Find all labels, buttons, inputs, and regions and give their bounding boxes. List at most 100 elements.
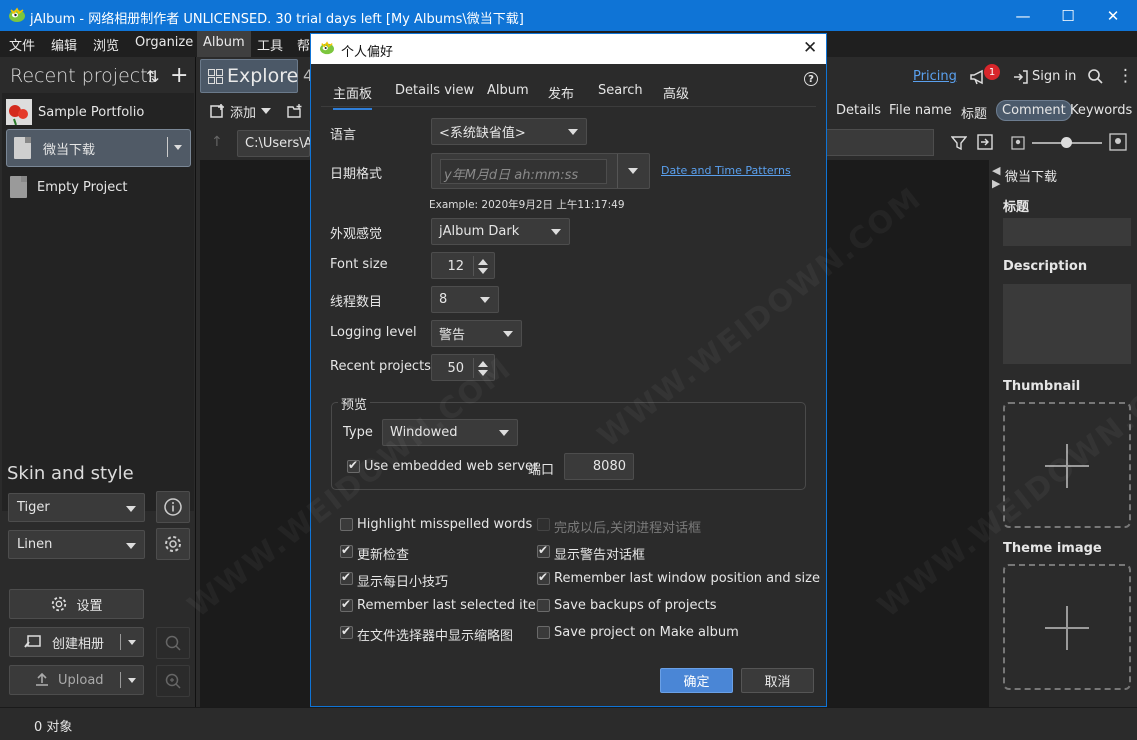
option-checkbox-daily-tips[interactable] bbox=[340, 570, 353, 585]
menu-file[interactable]: 文件 bbox=[9, 35, 35, 54]
menu-edit[interactable]: 编辑 bbox=[51, 35, 77, 54]
tab-details[interactable]: Details bbox=[836, 103, 881, 118]
option-label: 显示警告对话框 bbox=[554, 548, 646, 563]
export-icon[interactable] bbox=[977, 134, 993, 150]
option-checkbox-save-backups[interactable] bbox=[537, 599, 550, 612]
menu-browse[interactable]: 浏览 bbox=[93, 35, 119, 54]
filter-icon[interactable] bbox=[951, 136, 967, 150]
option-label: Save backups of projects bbox=[554, 598, 717, 613]
skin-select[interactable]: Tiger bbox=[8, 493, 145, 522]
dropdown-arrow-icon[interactable] bbox=[628, 168, 638, 174]
tab-details-view[interactable]: Details view bbox=[395, 83, 474, 98]
option-checkbox-highlight-misspelled[interactable] bbox=[340, 518, 353, 531]
upload-button[interactable]: Upload bbox=[9, 665, 144, 695]
language-label: 语言 bbox=[330, 128, 357, 143]
tab-title[interactable]: 标题 bbox=[961, 103, 987, 122]
sort-icon[interactable]: ⇅ bbox=[146, 67, 159, 86]
sign-in-link[interactable]: Sign in bbox=[1032, 69, 1076, 84]
help-icon[interactable]: ? bbox=[804, 72, 818, 86]
search-icon[interactable] bbox=[1087, 68, 1103, 84]
add-files-icon bbox=[210, 104, 224, 118]
skin-info-button[interactable] bbox=[156, 491, 190, 523]
gear-icon bbox=[165, 536, 181, 552]
option-checkbox-remember-window[interactable] bbox=[537, 570, 550, 585]
tab-publish[interactable]: 发布 bbox=[548, 83, 574, 102]
description-input[interactable] bbox=[1003, 284, 1131, 364]
option-checkbox-save-on-make[interactable] bbox=[537, 626, 550, 639]
tab-comment[interactable]: Comment bbox=[996, 100, 1072, 121]
up-arrow-icon[interactable]: ↑ bbox=[211, 134, 223, 150]
embedded-server-checkbox[interactable] bbox=[347, 458, 360, 473]
tab-album[interactable]: Album bbox=[487, 83, 529, 98]
option-label: Remember last selected item bbox=[357, 598, 549, 613]
dialog-close-icon[interactable]: ✕ bbox=[803, 38, 817, 58]
cancel-label: 取消 bbox=[764, 675, 791, 690]
port-input[interactable]: 8080 bbox=[564, 453, 634, 480]
style-select[interactable]: Linen bbox=[8, 530, 145, 559]
collapse-right-icon[interactable]: ▶ bbox=[992, 177, 1000, 190]
path-input[interactable]: C:\Users\A bbox=[237, 130, 313, 157]
close-button[interactable]: ✕ bbox=[1090, 0, 1136, 31]
tab-search[interactable]: Search bbox=[598, 83, 643, 98]
project-weidown[interactable]: 微当下载 bbox=[14, 129, 95, 167]
tab-advanced[interactable]: 高级 bbox=[663, 83, 689, 102]
option-checkbox-update-check[interactable] bbox=[340, 543, 353, 558]
zoom-button[interactable] bbox=[156, 665, 190, 697]
threads-select[interactable]: 8 bbox=[431, 286, 499, 313]
theme-image-drop-zone[interactable] bbox=[1003, 564, 1131, 690]
spin-down-icon[interactable] bbox=[478, 268, 488, 274]
option-checkbox-show-thumbnails[interactable] bbox=[340, 624, 353, 639]
spin-down-icon[interactable] bbox=[478, 370, 488, 376]
large-thumb-icon[interactable] bbox=[1109, 133, 1127, 151]
chevron-down-icon[interactable] bbox=[128, 640, 136, 645]
tab-keywords[interactable]: Keywords bbox=[1070, 103, 1132, 118]
tab-explore[interactable]: Explore bbox=[200, 59, 298, 93]
preview-type-value: Windowed bbox=[390, 425, 458, 440]
add-project-icon[interactable]: + bbox=[170, 63, 188, 88]
date-patterns-link[interactable]: Date and Time Patterns bbox=[661, 164, 791, 177]
menu-album[interactable]: Album bbox=[197, 31, 251, 57]
logging-select[interactable]: 警告 bbox=[431, 320, 522, 347]
maximize-button[interactable]: ☐ bbox=[1045, 0, 1091, 31]
chevron-down-icon[interactable] bbox=[174, 145, 182, 150]
small-thumb-icon[interactable] bbox=[1011, 136, 1025, 150]
pricing-link[interactable]: Pricing bbox=[913, 69, 957, 84]
look-feel-select[interactable]: jAlbum Dark bbox=[431, 218, 570, 245]
option-checkbox-show-warnings[interactable] bbox=[537, 543, 550, 558]
project-sample-portfolio[interactable]: Sample Portfolio bbox=[6, 93, 144, 131]
more-menu-icon[interactable]: ⋮ bbox=[1117, 66, 1134, 86]
filter-input[interactable] bbox=[826, 129, 934, 156]
portfolio-thumbnail-icon bbox=[6, 99, 32, 125]
settings-button[interactable]: 设置 bbox=[9, 589, 144, 619]
new-folder-icon[interactable] bbox=[287, 103, 303, 119]
chevron-down-icon[interactable] bbox=[128, 678, 136, 683]
grid-icon bbox=[208, 69, 223, 84]
project-empty[interactable]: Empty Project bbox=[10, 168, 128, 206]
thumbnail-drop-zone[interactable] bbox=[1003, 402, 1131, 528]
add-dropdown-icon[interactable] bbox=[261, 108, 271, 114]
collapse-left-icon[interactable]: ◀ bbox=[992, 164, 1000, 177]
spin-up-icon[interactable] bbox=[478, 259, 488, 265]
font-size-spinner[interactable]: 12 bbox=[431, 252, 495, 279]
zoom-slider-handle[interactable] bbox=[1061, 137, 1072, 148]
recent-projects-spinner[interactable]: 50 bbox=[431, 354, 495, 381]
spin-up-icon[interactable] bbox=[478, 361, 488, 367]
preview-button[interactable] bbox=[156, 627, 190, 659]
menu-help[interactable]: 帮 bbox=[297, 35, 310, 54]
option-checkbox-remember-item[interactable] bbox=[340, 597, 353, 612]
skin-settings-button[interactable] bbox=[156, 528, 190, 560]
tab-file-name[interactable]: File name bbox=[889, 103, 952, 118]
ok-button[interactable]: 确定 bbox=[660, 668, 733, 693]
menu-organize[interactable]: Organize bbox=[135, 35, 193, 50]
make-album-button[interactable]: 创建相册 bbox=[9, 627, 144, 657]
cancel-button[interactable]: 取消 bbox=[741, 668, 814, 693]
menu-tools[interactable]: 工具 bbox=[257, 35, 283, 54]
title-input[interactable] bbox=[1003, 218, 1131, 246]
font-size-value: 12 bbox=[447, 259, 464, 274]
language-select[interactable]: <系统缺省值> bbox=[431, 118, 587, 145]
preview-type-select[interactable]: Windowed bbox=[382, 419, 518, 446]
add-label[interactable]: 添加 bbox=[230, 102, 256, 121]
date-format-combo[interactable]: y年M月d日 ah:mm:ss bbox=[431, 153, 650, 189]
dialog-title-bar: 个人偏好 ✕ bbox=[311, 34, 826, 64]
minimize-button[interactable]: — bbox=[1000, 0, 1046, 31]
